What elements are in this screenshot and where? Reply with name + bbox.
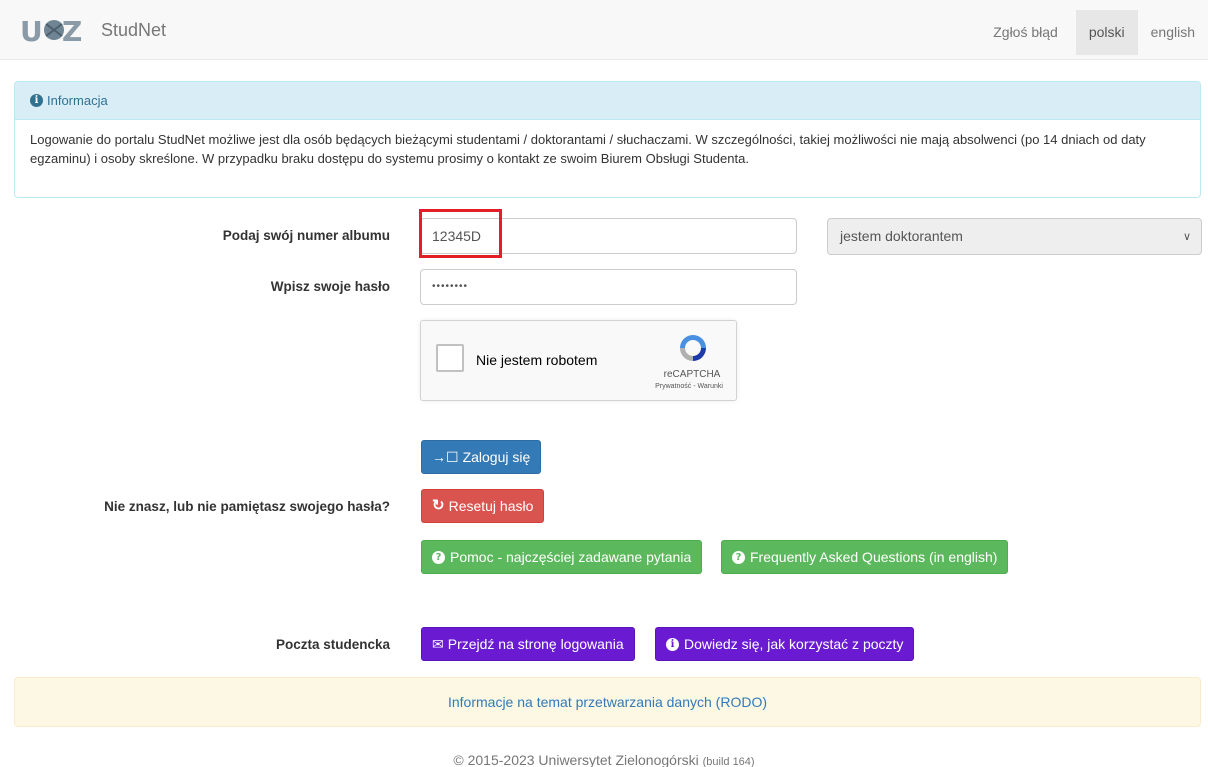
reset-password-button[interactable]: ↻ Resetuj hasło [421,489,545,523]
mail-login-label: Przejdź na stronę logowania [447,636,624,652]
faq-english-label: Frequently Asked Questions (in english) [750,549,998,565]
info-icon: i [30,94,43,107]
question-circle-icon: ? [732,550,745,564]
album-number-highlight [419,209,502,258]
log-in-icon: →☐ [432,449,459,465]
svg-text:U: U [20,15,43,46]
reset-password-label: Resetuj hasło [448,498,534,514]
info-panel-heading: i Informacja [15,82,1200,120]
login-button-label: Zaloguj się [462,449,531,465]
student-mail-label: Poczta studencka [275,637,390,652]
role-select-value: jestem doktorantem [840,228,963,244]
envelope-icon: ✉ [432,636,444,652]
mail-howto-label: Dowiedz się, jak korzystać z poczty [684,636,904,652]
top-navbar: U Z StudNet Zgłoś błąd polski english [0,0,1208,60]
forgot-password-label: Nie znasz, lub nie pamiętasz swojego has… [104,499,390,514]
password-label: Wpisz swoje hasło [270,279,390,294]
top-nav: Zgłoś błąd polski english [980,10,1208,55]
recaptcha-widget: Nie jestem robotem reCAPTCHA Prywatność … [420,320,737,401]
faq-polish-button[interactable]: ? Pomoc - najczęściej zadawane pytania [421,540,703,574]
lang-english-link[interactable]: english [1138,10,1208,55]
rodo-link[interactable]: Informacje na temat przetwarzania danych… [448,694,767,710]
recaptcha-links[interactable]: Prywatność - Warunki [639,383,739,390]
report-bug-link[interactable]: Zgłoś błąd [980,10,1071,55]
lang-polish-link[interactable]: polski [1075,10,1138,55]
rodo-panel: Informacje na temat przetwarzania danych… [14,677,1201,727]
chevron-down-icon: ∨ [1182,231,1191,243]
mail-howto-button[interactable]: i Dowiedz się, jak korzystać z poczty [655,627,915,661]
album-number-label: Podaj swój numer albumu [222,228,390,243]
recaptcha-brand: reCAPTCHA [663,369,721,380]
recaptcha-logo-icon [680,335,706,361]
password-input[interactable]: •••••••• [420,269,797,305]
recaptcha-label: Nie jestem robotem [476,352,598,368]
info-circle-icon: i [666,637,679,651]
info-heading-text: Informacja [47,93,108,108]
login-button[interactable]: →☐ Zaloguj się [421,440,542,474]
faq-english-button[interactable]: ? Frequently Asked Questions (in english… [721,540,1009,574]
role-select[interactable]: jestem doktorantem ∨ [827,218,1202,255]
info-panel: i Informacja Logowanie do portalu StudNe… [14,81,1201,198]
copyright-text: © 2015-2023 Uniwersytet Zielonogórski [453,752,699,767]
svg-text:Z: Z [62,15,82,46]
build-number: (build 164) [702,756,755,767]
info-panel-text: Logowanie do portalu StudNet możliwe jes… [30,132,1146,166]
faq-polish-label: Pomoc - najczęściej zadawane pytania [450,549,692,565]
copyright-footer: © 2015-2023 Uniwersytet Zielonogórski (b… [0,752,1208,767]
refresh-icon: ↻ [432,497,445,514]
uz-logo[interactable]: U Z [18,14,94,46]
recaptcha-checkbox[interactable] [436,344,464,372]
mail-login-button[interactable]: ✉ Przejdź na stronę logowania [421,627,635,661]
question-circle-icon: ? [432,550,445,564]
brand-name[interactable]: StudNet [101,20,166,41]
